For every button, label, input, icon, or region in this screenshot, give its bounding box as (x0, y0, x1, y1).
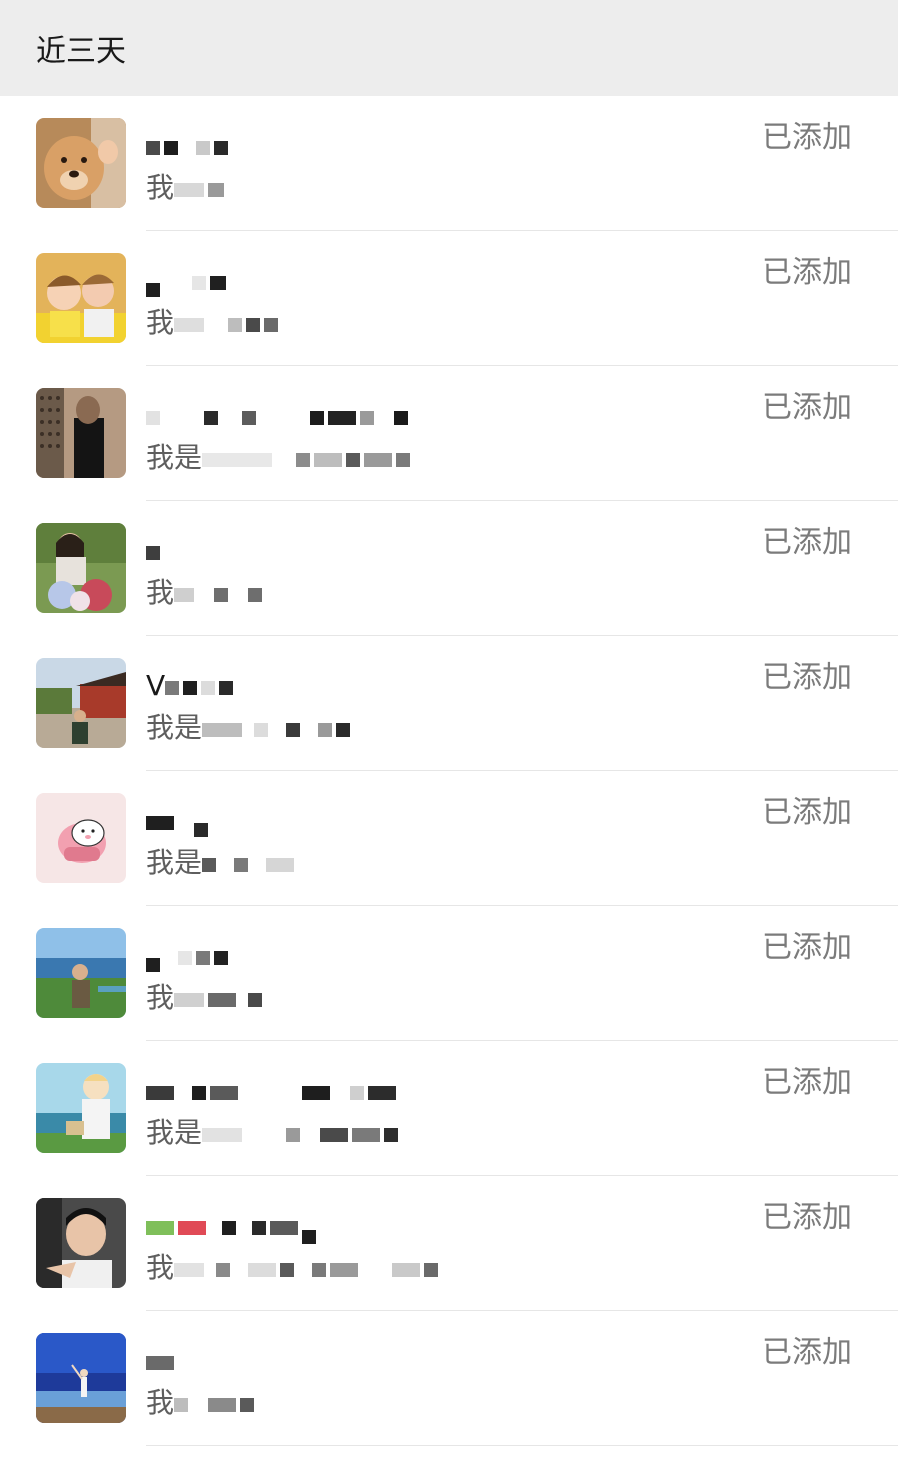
added-status: 已添加 (762, 795, 852, 830)
added-status: 已添加 (762, 255, 852, 290)
contact-name (146, 1206, 706, 1246)
greeting-message: 我 (146, 166, 706, 210)
section-header: 近三天 (0, 0, 898, 96)
list-item[interactable]: 我 已添加 (0, 501, 898, 636)
greeting-message: 我 (146, 301, 706, 345)
list-item[interactable]: 我是 已添加 (0, 366, 898, 501)
temple-photo-avatar[interactable] (36, 658, 126, 748)
person-portrait-photo-avatar[interactable] (36, 388, 126, 478)
list-item[interactable]: V 我是 已添加 (0, 636, 898, 771)
list-item[interactable]: 我 已添加 (0, 96, 898, 231)
greeting-message: 我 (146, 1246, 706, 1290)
contact-name (146, 126, 706, 166)
dog-photo-avatar[interactable] (36, 118, 126, 208)
contact-name (146, 801, 706, 841)
contact-name (146, 1341, 706, 1381)
added-status: 已添加 (762, 930, 852, 965)
list-item[interactable]: 我 已添加 (0, 231, 898, 366)
beach-person-photo-avatar[interactable] (36, 1333, 126, 1423)
added-status: 已添加 (762, 1200, 852, 1235)
section-title: 近三天 (36, 34, 126, 69)
contact-list: 我 已添加 我 已添加 我是 已添加 我 已添加 V 我是 已添加 我是 已添加… (0, 96, 898, 1446)
illustrated-boy-photo-avatar[interactable] (36, 1063, 126, 1153)
greeting-message: 我是 (146, 841, 706, 885)
greeting-message: 我 (146, 1381, 706, 1425)
added-status: 已添加 (762, 660, 852, 695)
list-item[interactable]: 我是 已添加 (0, 771, 898, 906)
added-status: 已添加 (762, 1335, 852, 1370)
greeting-message: 我是 (146, 436, 706, 480)
contact-name (146, 936, 706, 976)
greeting-message: 我 (146, 976, 706, 1020)
list-item[interactable]: 我 已添加 (0, 1176, 898, 1311)
cartoon-pig-icon[interactable] (36, 793, 126, 883)
contact-name (146, 396, 706, 436)
added-status: 已添加 (762, 390, 852, 425)
contact-name (146, 261, 706, 301)
added-status: 已添加 (762, 1065, 852, 1100)
list-item[interactable]: 我是 已添加 (0, 1041, 898, 1176)
contact-name (146, 1071, 706, 1111)
greeting-message: 我是 (146, 706, 706, 750)
greeting-message: 我是 (146, 1111, 706, 1155)
list-item[interactable]: 我 已添加 (0, 1311, 898, 1446)
added-status: 已添加 (762, 120, 852, 155)
lakeside-woman-photo-avatar[interactable] (36, 928, 126, 1018)
greeting-message: 我 (146, 571, 706, 615)
two-children-photo-avatar[interactable] (36, 253, 126, 343)
added-status: 已添加 (762, 525, 852, 560)
contact-name (146, 531, 706, 571)
contact-name: V (146, 666, 706, 706)
woman-with-flowers-photo-avatar[interactable] (36, 523, 126, 613)
young-man-selfie-photo-avatar[interactable] (36, 1198, 126, 1288)
list-item[interactable]: 我 已添加 (0, 906, 898, 1041)
